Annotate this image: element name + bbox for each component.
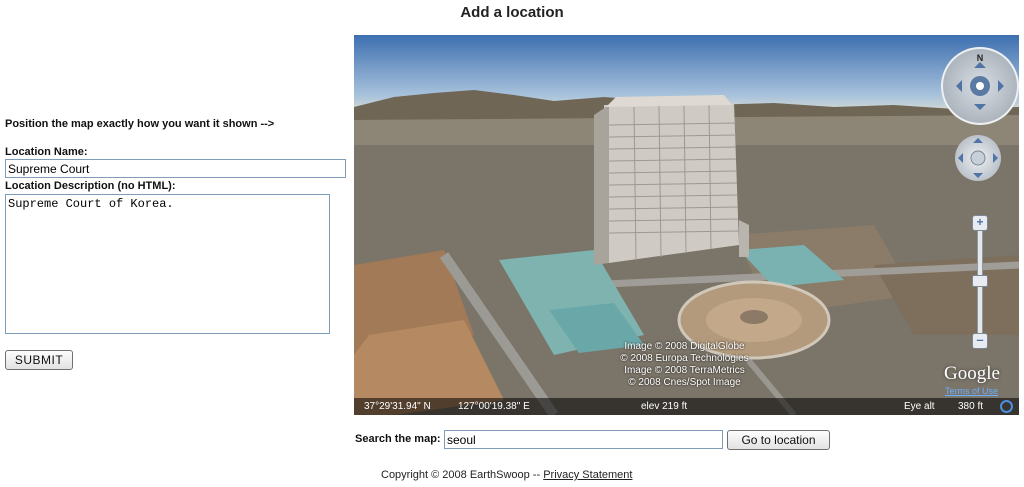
zoom-thumb[interactable] [972,275,988,287]
map-status-bar: 37°29'31.94" N 127°00'19.38" E elev 219 … [354,398,1019,415]
compass-north-letter: N [977,53,984,63]
longitude-readout: 127°00'19.38" E [458,401,530,412]
location-description-textarea[interactable]: Supreme Court of Korea. [5,194,330,334]
zoom-out-button[interactable]: – [972,333,988,349]
imagery-credits: Image © 2008 DigitalGlobe © 2008 Europa … [620,341,749,388]
search-map-label: Search the map: [355,433,441,445]
position-hint: Position the map exactly how you want it… [5,118,275,130]
page-title: Add a location [460,4,564,21]
eye-alt-value: 380 ft [958,401,984,412]
submit-button[interactable]: SUBMIT [5,350,73,370]
google-logo: Google [944,363,1000,384]
elevation-readout: elev 219 ft [641,401,688,412]
footer: Copyright © 2008 EarthSwoop -- Privacy S… [381,469,632,481]
location-name-label: Location Name: [5,146,88,158]
copyright-text: Copyright © 2008 EarthSwoop -- [381,469,544,481]
privacy-statement-link[interactable]: Privacy Statement [543,469,632,481]
location-description-label: Location Description (no HTML): [5,180,176,192]
move-control[interactable] [955,135,1001,181]
map-viewer[interactable]: N + – Image © 2008 DigitalGlobe © 2008 E… [354,35,1019,415]
terms-of-use-link[interactable]: Terms of Use [945,386,998,396]
hand-icon [970,150,986,166]
location-name-input[interactable] [5,159,346,178]
zoom-in-button[interactable]: + [972,215,988,231]
go-to-location-button[interactable]: Go to location [727,430,830,450]
zoom-slider[interactable]: + – [972,215,988,349]
latitude-readout: 37°29'31.94" N [364,401,431,412]
eye-alt-label: Eye alt [904,401,935,412]
search-map-input[interactable] [444,430,723,449]
look-control[interactable]: N [941,47,1019,125]
streaming-status-icon [1000,400,1013,413]
